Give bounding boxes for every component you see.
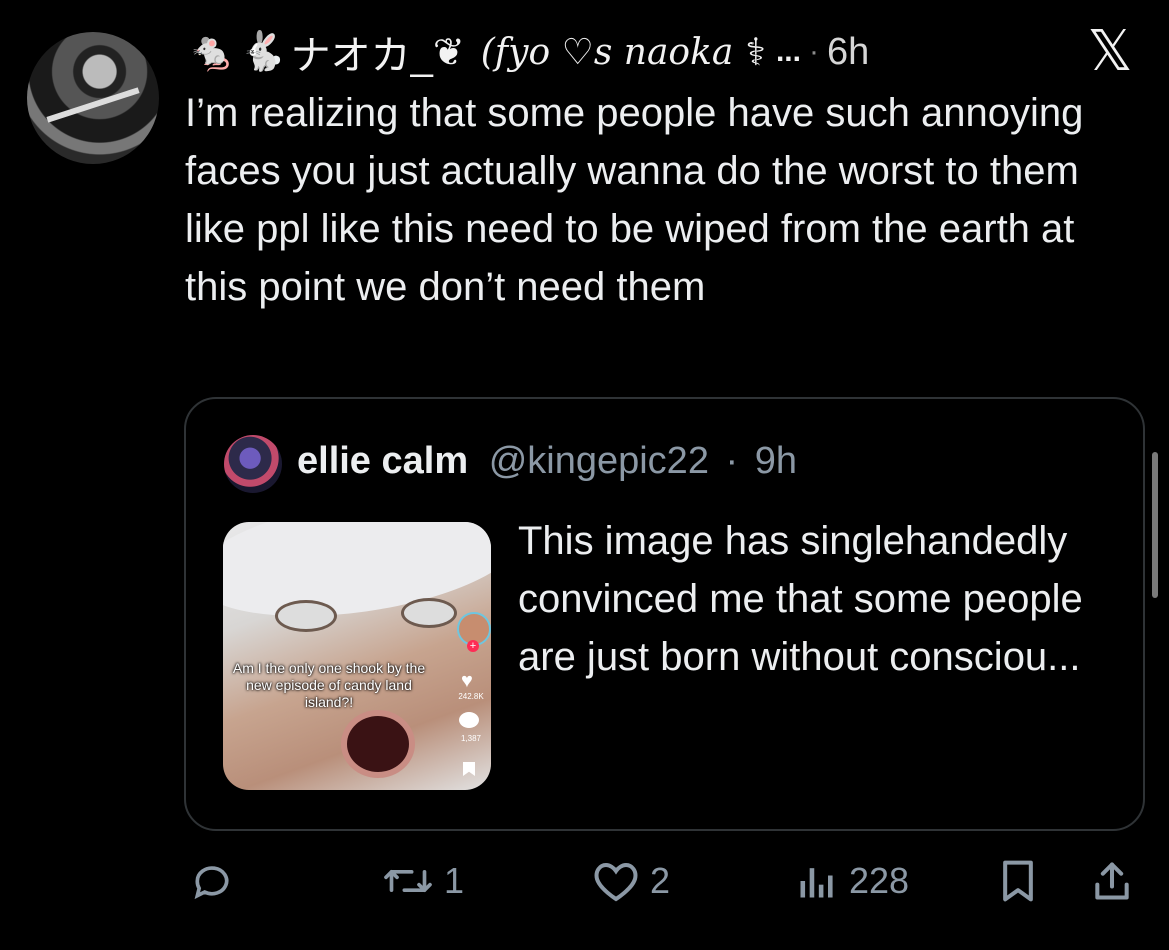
share-button[interactable] bbox=[1090, 853, 1134, 909]
retweet-count: 1 bbox=[444, 860, 465, 901]
heart-icon bbox=[594, 862, 638, 902]
reply-icon bbox=[194, 866, 229, 900]
tiktok-bookmark-icon bbox=[463, 762, 475, 776]
analytics-icon bbox=[800, 868, 833, 898]
reply-button[interactable] bbox=[190, 853, 234, 909]
bone-emoji-icon: ⚕ bbox=[745, 31, 766, 74]
views-button[interactable]: 228 bbox=[795, 853, 909, 909]
x-logo-icon: 𝕏 bbox=[1087, 19, 1133, 84]
tweet-text: I’m realizing that some people have such… bbox=[185, 91, 1084, 309]
bookmark-icon bbox=[1003, 860, 1033, 902]
quoted-timestamp[interactable]: 9h bbox=[755, 440, 797, 482]
wing-emoji-icon: ❦ bbox=[432, 31, 465, 74]
rabbit-emoji-icon: 🐇 bbox=[239, 31, 287, 73]
bookmark-button[interactable] bbox=[998, 853, 1038, 909]
follow-plus-icon: + bbox=[467, 640, 479, 652]
name-truncation: ... bbox=[775, 35, 801, 68]
scrollbar[interactable] bbox=[1152, 452, 1158, 598]
author-avatar[interactable] bbox=[27, 32, 159, 164]
quoted-separator: · bbox=[725, 440, 739, 482]
thumbnail-caption: Am I the only one shook by the new episo… bbox=[232, 660, 426, 710]
tiktok-likes-count: 242.8K bbox=[458, 692, 484, 701]
quoted-author-name[interactable]: ellie calm bbox=[297, 440, 468, 482]
quoted-author-avatar[interactable] bbox=[224, 435, 282, 493]
rat-emoji-icon: 🐁 bbox=[188, 31, 236, 73]
quoted-tweet-header: ellie calm @kingepic22 · 9h bbox=[297, 440, 797, 483]
quoted-media-thumbnail[interactable]: Am I the only one shook by the new episo… bbox=[223, 522, 491, 790]
tiktok-heart-icon: ♥ bbox=[461, 670, 473, 692]
tiktok-comment-icon bbox=[459, 712, 479, 728]
tweet-timestamp[interactable]: 6h bbox=[827, 31, 869, 74]
quoted-author-handle[interactable]: @kingepic22 bbox=[489, 440, 709, 482]
left-eye bbox=[275, 600, 337, 632]
views-count: 228 bbox=[849, 860, 910, 901]
retweet-button[interactable]: 1 bbox=[382, 853, 464, 909]
like-count: 2 bbox=[650, 860, 671, 901]
header-separator: · bbox=[808, 35, 819, 68]
author-display-name-script[interactable]: (fyo ♡s naoka bbox=[481, 32, 734, 73]
right-eye bbox=[401, 598, 457, 628]
open-mouth bbox=[341, 710, 415, 778]
retweet-icon bbox=[384, 870, 432, 892]
tweet-header: 🐁 🐇 ナオカ_ ❦ (fyo ♡s naoka ⚕ ... · 6h bbox=[188, 23, 869, 81]
tiktok-comments-count: 1,387 bbox=[460, 734, 482, 743]
like-button[interactable]: 2 bbox=[592, 853, 670, 909]
quoted-tweet-text: This image has singlehandedly convinced … bbox=[518, 519, 1083, 679]
share-icon bbox=[1095, 862, 1129, 900]
author-display-name[interactable]: ナオカ_ bbox=[291, 23, 433, 81]
